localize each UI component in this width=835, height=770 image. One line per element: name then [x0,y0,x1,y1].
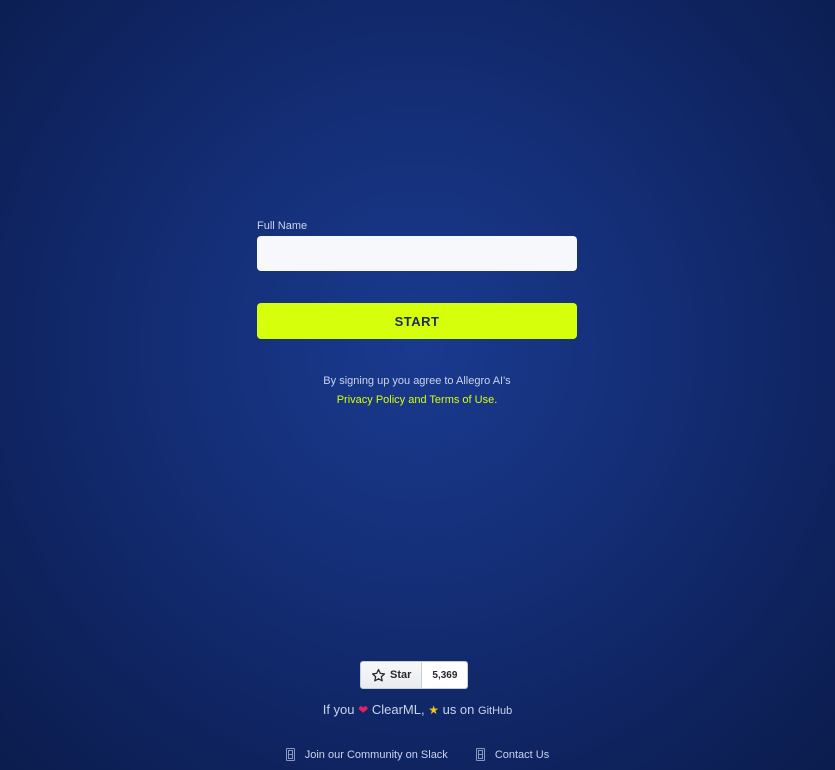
github-star-button[interactable]: Star [360,661,423,689]
start-button[interactable]: START [257,303,577,339]
github-star-widget: Star 5,369 [360,661,469,689]
contact-label: Contact Us [494,748,550,761]
love-prefix: If you [322,702,355,717]
full-name-label: Full Name [257,220,308,232]
heart-icon: ❤ [358,703,369,717]
contact-us-link[interactable]: Contact Us [475,748,550,761]
terms-text: By signing up you agree to Allegro AI's [323,375,511,387]
signup-form: Full Name START By signing up you agree … [257,220,577,410]
github-star-label: Star [390,669,412,681]
slack-community-link[interactable]: Join our Community on Slack [285,748,448,761]
footer-links: Join our Community on Slack Contact Us [0,748,835,761]
slack-icon [285,748,295,761]
privacy-terms-link[interactable]: Privacy Policy and Terms of Use. [337,394,498,406]
terms-notice: By signing up you agree to Allegro AI's … [257,372,577,410]
love-middle: ClearML, [371,702,425,717]
github-star-count[interactable]: 5,369 [422,661,469,689]
github-link[interactable]: GitHub [478,705,512,717]
star-emoji-icon: ★ [428,703,439,717]
full-name-input[interactable] [257,236,577,271]
github-love-line: If you ❤ ClearML, ★ us on GitHub [0,702,835,717]
star-outline-icon [371,668,386,681]
love-suffix: us on [442,702,475,717]
contact-icon [475,748,485,761]
slack-label: Join our Community on Slack [304,748,448,761]
